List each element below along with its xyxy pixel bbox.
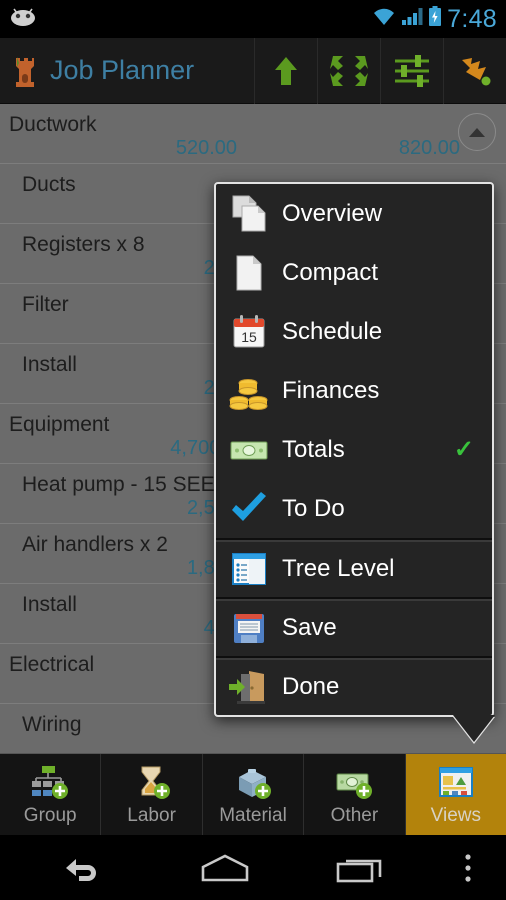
menu-item-label: Schedule <box>282 317 383 345</box>
menu-item-label: To Do <box>282 494 345 522</box>
android-robot-icon <box>10 7 36 32</box>
menu-item-done[interactable]: Done <box>216 656 492 715</box>
tab-label: Labor <box>127 804 176 826</box>
menu-item-label: Tree Level <box>282 554 395 582</box>
battery-charging-icon <box>428 6 442 32</box>
menu-item-label: Totals <box>282 435 345 463</box>
down-right-arrow-icon[interactable] <box>443 37 506 104</box>
exit-door-icon <box>216 665 282 709</box>
list-row[interactable]: Ductwork 520.00 820.00 <box>0 104 506 164</box>
tab-material[interactable]: Material <box>203 754 305 835</box>
collapse-group-button[interactable] <box>458 113 496 151</box>
row-label: Heat pump - 15 SEER <box>22 473 230 496</box>
tab-label: Group <box>23 804 77 826</box>
up-arrow-icon[interactable] <box>254 37 317 104</box>
menu-item-label: Finances <box>282 376 380 404</box>
system-nav-bar[interactable] <box>0 835 506 900</box>
add-labor-icon <box>132 763 172 803</box>
row-label: Filter <box>22 293 69 316</box>
add-group-icon <box>30 763 70 803</box>
menu-item-label: Save <box>282 613 337 641</box>
views-popup-menu[interactable]: Overview Compact 15 Schedule Finances To… <box>214 182 495 742</box>
cell-signal-icon <box>401 7 423 31</box>
gold-coins-icon <box>216 369 282 413</box>
app-screen: 7:48 Job Planner Ductwork 520.00 820.00 … <box>0 0 506 900</box>
svg-text:15: 15 <box>241 329 257 345</box>
menu-item-todo[interactable]: To Do <box>216 479 492 538</box>
status-bar-clock: 7:48 <box>447 4 497 33</box>
floppy-disk-icon <box>216 606 282 650</box>
menu-item-tree-level[interactable]: Tree Level <box>216 538 492 597</box>
tab-labor[interactable]: Labor <box>101 754 203 835</box>
views-window-icon <box>436 763 476 803</box>
row-label: Electrical <box>9 653 95 676</box>
row-label: Ductwork <box>9 113 97 136</box>
row-value-right: 820.00 <box>398 137 460 159</box>
wifi-icon <box>372 7 396 31</box>
app-title: Job Planner <box>50 55 195 85</box>
tab-label: Material <box>219 804 287 826</box>
tab-views[interactable]: Views <box>405 754 506 835</box>
menu-item-overview[interactable]: Overview <box>216 184 492 243</box>
menu-item-schedule[interactable]: 15 Schedule <box>216 302 492 361</box>
documents-copy-icon <box>216 192 282 236</box>
tab-other[interactable]: Other <box>304 754 406 835</box>
row-label: Install <box>22 353 77 376</box>
bottom-tab-bar[interactable]: Group Labor Material Other Views <box>0 753 506 835</box>
row-label: Wiring <box>22 713 82 736</box>
castle-rook-logo-icon <box>11 53 39 89</box>
row-label: Install <box>22 593 77 616</box>
row-value-left: 520.00 <box>175 137 237 159</box>
home-nav-icon[interactable] <box>160 835 290 900</box>
tab-label: Views <box>430 804 481 826</box>
status-bar: 7:48 <box>0 0 506 38</box>
action-bar: Job Planner <box>0 37 506 104</box>
row-label: Registers x 8 <box>22 233 145 256</box>
row-label: Equipment <box>9 413 110 436</box>
menu-item-compact[interactable]: Compact <box>216 243 492 302</box>
document-page-icon <box>216 251 282 295</box>
recents-nav-icon[interactable] <box>290 835 430 900</box>
collapse-all-icon[interactable] <box>317 37 380 104</box>
chevron-up-icon <box>469 127 485 137</box>
menu-item-checkmark: ✓ <box>453 436 474 463</box>
tab-group[interactable]: Group <box>0 754 102 835</box>
dollar-bill-icon <box>216 428 282 472</box>
calendar-15-icon: 15 <box>216 310 282 354</box>
settings-sliders-icon[interactable] <box>380 37 443 104</box>
add-material-icon <box>233 763 273 803</box>
menu-item-label: Compact <box>282 258 379 286</box>
popup-tail-arrow <box>453 715 495 742</box>
menu-item-totals[interactable]: Totals ✓ <box>216 420 492 479</box>
menu-item-label: Done <box>282 672 340 700</box>
tree-list-panel-icon <box>216 547 282 591</box>
blue-checkmark-icon <box>216 487 282 531</box>
overflow-nav-icon[interactable] <box>430 835 506 900</box>
row-label: Ducts <box>22 173 76 196</box>
menu-item-save[interactable]: Save <box>216 597 492 656</box>
row-label: Air handlers x 2 <box>22 533 168 556</box>
status-bar-left <box>0 7 36 32</box>
back-nav-icon[interactable] <box>0 835 160 900</box>
tab-label: Other <box>330 804 379 826</box>
add-other-icon <box>334 763 374 803</box>
menu-item-finances[interactable]: Finances <box>216 361 492 420</box>
status-bar-right: 7:48 <box>372 5 506 34</box>
menu-item-label: Overview <box>282 199 383 227</box>
action-bar-buttons <box>254 37 506 104</box>
